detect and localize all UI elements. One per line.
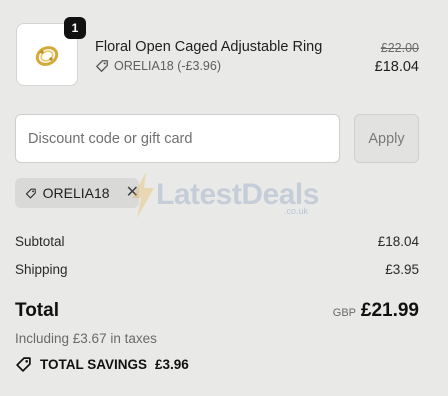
currency-code: GBP — [332, 307, 356, 319]
shipping-value: £3.95 — [385, 262, 419, 277]
tag-icon — [16, 357, 31, 372]
tag-icon — [25, 188, 36, 198]
product-name: Floral Open Caged Adjustable Ring — [95, 39, 323, 55]
original-price: £22.00 — [380, 41, 419, 55]
savings-label: TOTAL SAVINGS — [40, 357, 148, 372]
total-value: £21.99 — [360, 300, 419, 321]
tag-icon — [96, 60, 108, 72]
shipping-label: Shipping — [15, 262, 68, 277]
subtotal-label: Subtotal — [15, 234, 65, 249]
savings-value: £3.96 — [155, 357, 189, 372]
current-price: £18.04 — [374, 59, 419, 75]
applied-code-chip: ORELIA18 ✕ — [15, 178, 139, 208]
total-savings: TOTAL SAVINGS £3.96 — [15, 356, 189, 373]
product-discount-label: ORELIA18 (-£3.96) — [114, 59, 221, 73]
total-label: Total — [15, 300, 59, 321]
lightning-icon — [132, 172, 154, 218]
apply-button[interactable]: Apply — [354, 114, 419, 163]
watermark-sub: .co.uk — [284, 206, 309, 216]
applied-code-label: ORELIA18 — [42, 185, 110, 201]
tax-note: Including £3.67 in taxes — [15, 331, 157, 346]
discount-code-input[interactable] — [15, 114, 340, 163]
subtotal-value: £18.04 — [377, 234, 419, 249]
quantity-badge: 1 — [64, 17, 86, 39]
product-discount: ORELIA18 (-£3.96) — [95, 59, 221, 73]
